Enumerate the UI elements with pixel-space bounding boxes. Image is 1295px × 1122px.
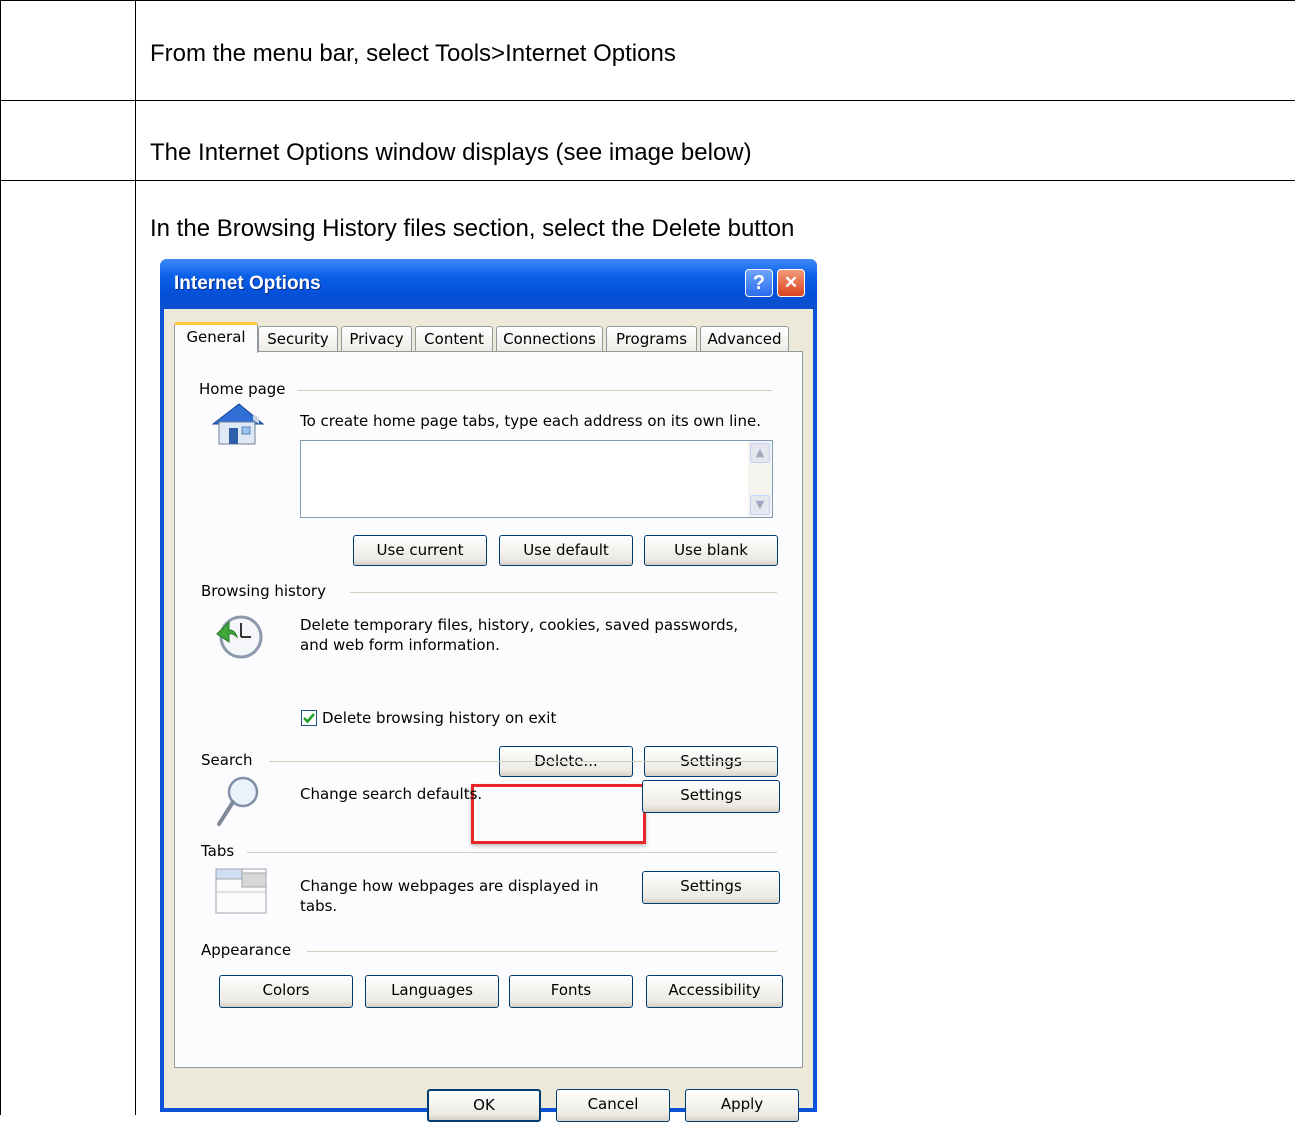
use-default-button[interactable]: Use default xyxy=(499,535,633,566)
tabs-window-icon xyxy=(215,868,267,914)
browsing-history-group-label: Browsing history xyxy=(201,582,326,600)
cancel-button[interactable]: Cancel xyxy=(556,1089,670,1122)
search-description: Change search defaults. xyxy=(300,785,483,803)
tabs-group-label: Tabs xyxy=(201,842,235,860)
help-button[interactable]: ? xyxy=(745,269,773,297)
home-page-instruction: To create home page tabs, type each addr… xyxy=(300,412,761,430)
group-divider xyxy=(269,761,777,762)
table-border-top xyxy=(0,0,1295,1)
row-divider xyxy=(0,180,1295,181)
home-page-address-input[interactable]: ▲ ▼ xyxy=(300,440,773,518)
use-blank-button[interactable]: Use blank xyxy=(644,535,778,566)
delete-on-exit-checkbox[interactable] xyxy=(301,710,317,726)
dialog-title: Internet Options xyxy=(174,273,321,294)
row-divider xyxy=(0,100,1295,101)
step-1-text: From the menu bar, select Tools>Internet… xyxy=(150,40,676,67)
delete-on-exit-label[interactable]: Delete browsing history on exit xyxy=(322,709,556,727)
step-2-text: The Internet Options window displays (se… xyxy=(150,139,752,166)
home-icon xyxy=(211,403,265,445)
scroll-down-icon[interactable]: ▼ xyxy=(750,495,770,515)
history-clock-icon xyxy=(216,615,263,659)
general-tab-panel: Home page To create home page tabs, type… xyxy=(174,351,803,1068)
languages-button[interactable]: Languages xyxy=(365,975,499,1008)
browsing-history-description-line1: Delete temporary files, history, cookies… xyxy=(300,616,739,634)
group-divider xyxy=(297,390,772,391)
use-current-button[interactable]: Use current xyxy=(353,535,487,566)
tab-content[interactable]: Content xyxy=(415,326,493,352)
tab-general[interactable]: General xyxy=(174,322,258,353)
search-group-label: Search xyxy=(201,751,253,769)
ok-button[interactable]: OK xyxy=(427,1089,541,1122)
browsing-history-description-line2: and web form information. xyxy=(300,636,500,654)
tabs-settings-button[interactable]: Settings xyxy=(642,871,780,904)
tab-programs[interactable]: Programs xyxy=(606,326,697,352)
tab-security[interactable]: Security xyxy=(258,326,338,352)
appearance-group-label: Appearance xyxy=(201,941,292,959)
home-page-group-label: Home page xyxy=(199,380,286,398)
tab-connections[interactable]: Connections xyxy=(496,326,603,352)
tab-privacy[interactable]: Privacy xyxy=(341,326,412,352)
fonts-button[interactable]: Fonts xyxy=(509,975,633,1008)
search-settings-button[interactable]: Settings xyxy=(642,780,780,813)
tab-advanced[interactable]: Advanced xyxy=(700,326,789,352)
search-magnifier-icon xyxy=(217,776,259,826)
dialog-client-area: General Security Privacy Content Connect… xyxy=(164,309,813,1122)
checkmark-icon xyxy=(303,713,315,724)
close-button[interactable]: ✕ xyxy=(777,269,805,297)
table-border-left xyxy=(0,0,1,1115)
group-divider xyxy=(307,951,777,952)
step-3-text: In the Browsing History files section, s… xyxy=(150,215,795,242)
column-divider xyxy=(135,0,136,1115)
delete-button-highlight xyxy=(471,784,646,844)
colors-button[interactable]: Colors xyxy=(219,975,353,1008)
textarea-scrollbar[interactable]: ▲ ▼ xyxy=(748,441,772,517)
internet-options-dialog: Internet Options ? ✕ General Security Pr… xyxy=(160,259,817,1122)
apply-button[interactable]: Apply xyxy=(685,1089,799,1122)
scroll-up-icon[interactable]: ▲ xyxy=(750,443,770,463)
accessibility-button[interactable]: Accessibility xyxy=(646,975,783,1008)
tabs-description-line2: tabs. xyxy=(300,897,338,915)
group-divider xyxy=(350,592,777,593)
group-divider xyxy=(247,852,777,853)
tabs-description-line1: Change how webpages are displayed in xyxy=(300,877,599,895)
title-bar: Internet Options ? ✕ xyxy=(160,259,817,309)
